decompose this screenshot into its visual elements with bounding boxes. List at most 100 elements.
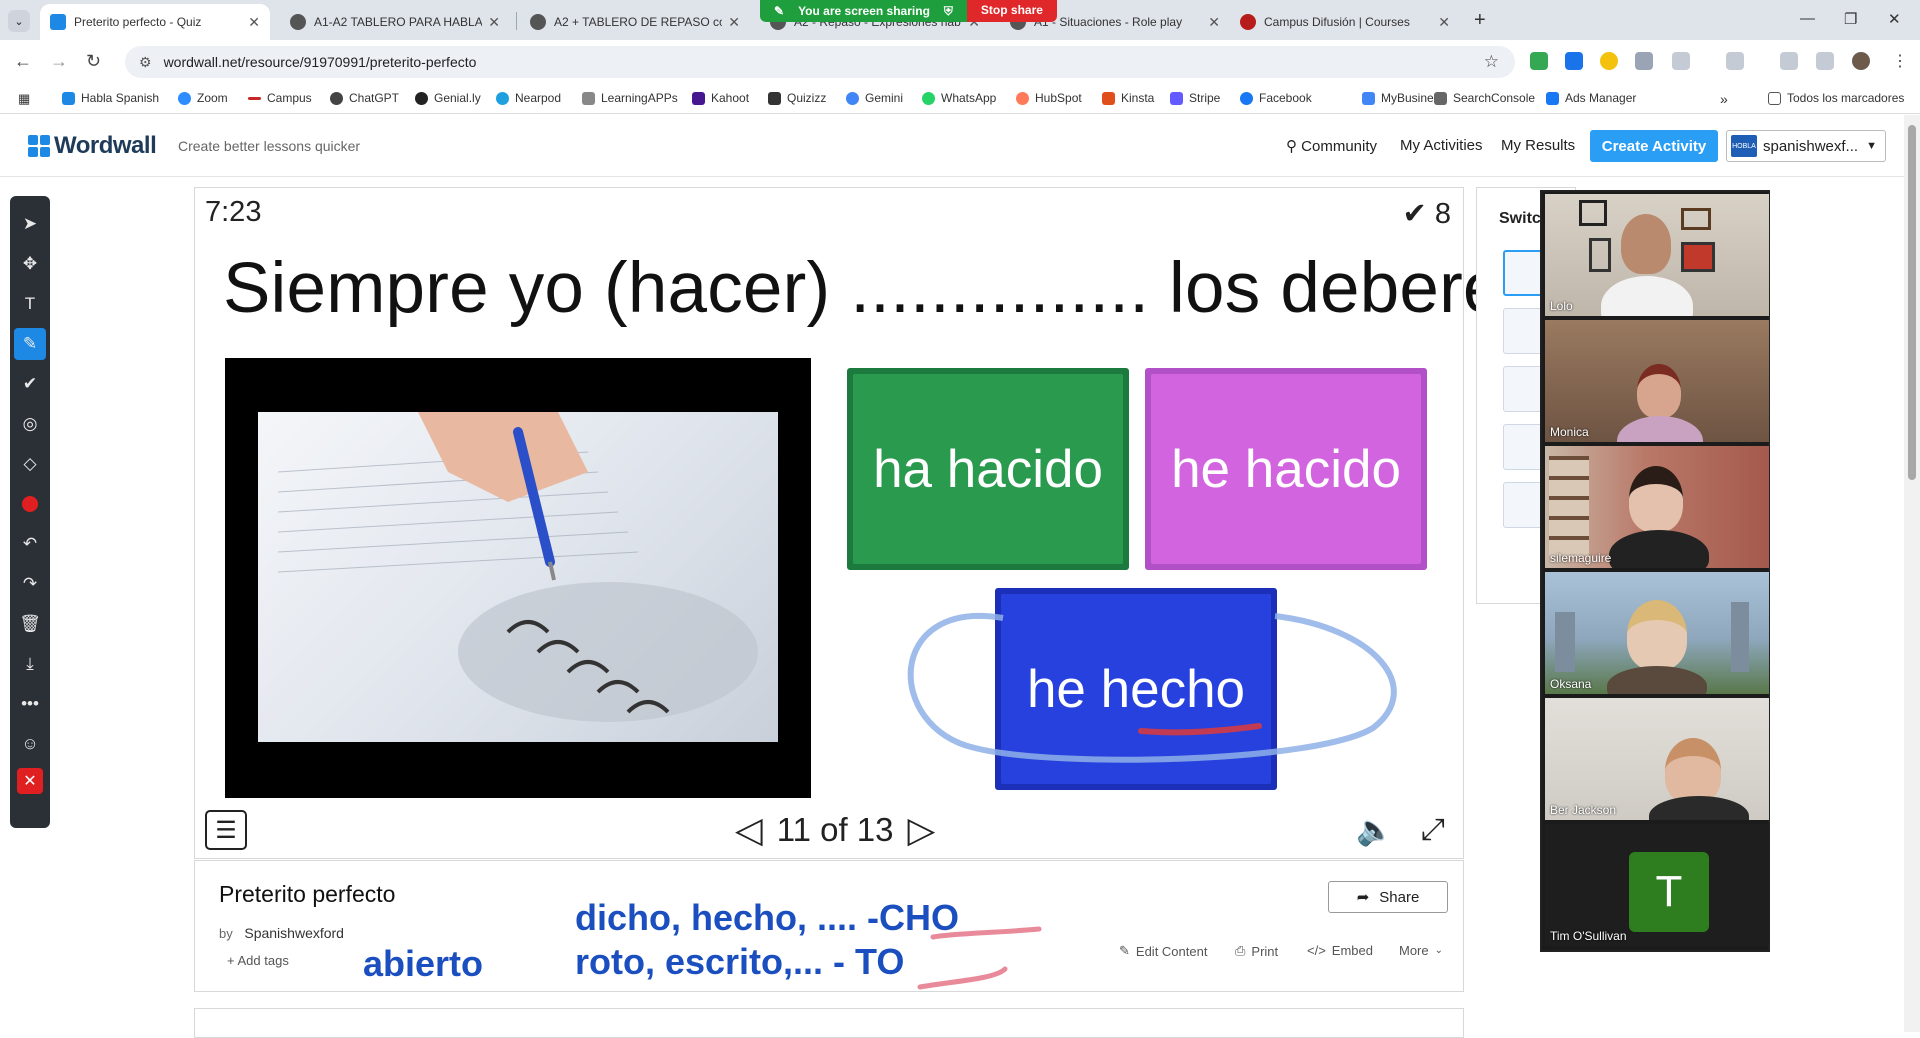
participant-tile-ber-jackson[interactable]: Ber Jackson (1545, 698, 1769, 820)
reload-icon[interactable]: ↻ (86, 51, 101, 72)
underline-annotation (1138, 723, 1262, 736)
bookmark-label: Genial.ly (434, 91, 481, 105)
download-icon[interactable] (1780, 52, 1798, 70)
wall-picture (1589, 238, 1611, 272)
check-stamp-icon[interactable]: ✔ (14, 368, 46, 400)
bookmark-searchconsole[interactable]: SearchConsole (1434, 91, 1535, 105)
bookmark-hubspot[interactable]: HubSpot (1016, 91, 1082, 105)
bookmark-label: Nearpod (515, 91, 562, 105)
wordwall-logo[interactable]: Wordwall (28, 132, 157, 160)
tab-preterito-perfecto[interactable]: Preterito perfecto - Quiz ✕ (40, 4, 270, 40)
bookmark-kahoot[interactable]: Kahoot (692, 91, 749, 105)
minimize-icon[interactable]: — (1800, 10, 1815, 27)
participant-tile-silemaguire[interactable]: silemaguire (1545, 446, 1769, 568)
text-tool-icon[interactable]: T (14, 288, 46, 320)
bookmark-learningapps[interactable]: LearningAPPs (582, 91, 678, 105)
hamburger-menu-icon[interactable]: ☰ (205, 810, 247, 850)
template-option-5[interactable] (1503, 482, 1543, 528)
undo-icon[interactable]: ↶ (14, 528, 46, 560)
redo-icon[interactable]: ↷ (14, 568, 46, 600)
answer-label: he hacido (1171, 439, 1401, 499)
drive-extension-icon[interactable] (1530, 52, 1548, 70)
bookmark-kinsta[interactable]: Kinsta (1102, 91, 1154, 105)
close-icon[interactable]: ✕ (248, 14, 260, 31)
template-option-2[interactable] (1503, 308, 1543, 354)
bookmark-facebook[interactable]: Facebook (1240, 91, 1312, 105)
save-download-icon[interactable]: ⤓ (14, 648, 46, 680)
bookmark-nearpod[interactable]: Nearpod (496, 91, 561, 105)
participant-tile-monica[interactable]: Monica (1545, 320, 1769, 442)
pointer-tool-icon[interactable]: ➤ (14, 208, 46, 240)
more-bookmarks-chevron-icon[interactable]: » (1720, 91, 1728, 107)
spotlight-tool-icon[interactable]: ◎ (14, 408, 46, 440)
window-close-icon[interactable]: ✕ (1888, 10, 1901, 28)
more-options-icon[interactable]: ••• (14, 688, 46, 720)
participant-tile-oksana[interactable]: Oksana (1545, 572, 1769, 694)
close-icon[interactable]: ✕ (1438, 14, 1450, 31)
community-link[interactable]: ⚲ Community (1286, 137, 1377, 155)
close-icon[interactable]: ✕ (728, 14, 740, 31)
bookmark-favicon-icon (1240, 91, 1253, 105)
close-icon[interactable]: ✕ (1208, 14, 1220, 31)
restore-icon[interactable]: ❐ (1844, 10, 1857, 28)
tab-label: Preterito perfecto - Quiz (74, 15, 202, 29)
delete-extension-icon[interactable] (1726, 52, 1744, 70)
my-activities-link[interactable]: My Activities (1400, 137, 1483, 154)
participant-tile-lolo[interactable]: Lolo (1545, 194, 1769, 316)
new-tab-plus-icon[interactable]: + (1474, 9, 1486, 32)
bookmark-habla-spanish[interactable]: Habla Spanish (62, 91, 159, 105)
pen-tool-icon[interactable]: ✎ (14, 328, 46, 360)
template-quiz-thumb[interactable] (1503, 250, 1543, 296)
template-option-3[interactable] (1503, 366, 1543, 412)
participant-annotate-icon[interactable]: ☺ (14, 728, 46, 760)
stop-share-button[interactable]: Stop share (966, 0, 1057, 22)
bookmark-star-icon[interactable]: ☆ (1484, 52, 1499, 72)
next-triangle-icon[interactable]: ▷ (908, 809, 936, 851)
bookmark-favicon-icon (768, 91, 781, 105)
apps-grid-icon[interactable]: ▦ (18, 91, 30, 107)
participant-figure (1627, 600, 1687, 670)
close-annotation-icon[interactable]: ✕ (17, 768, 43, 794)
color-picker-icon[interactable] (14, 488, 46, 520)
tab-search-button[interactable]: ⌄ (8, 10, 30, 32)
eraser-tool-icon[interactable]: ◇ (14, 448, 46, 480)
url-text: wordwall.net/resource/91970991/preterito… (163, 54, 477, 70)
participant-tile-tim[interactable]: T Tim O'Sullivan (1545, 824, 1769, 946)
bookmark-stripe[interactable]: Stripe (1170, 91, 1220, 105)
bookmark-campus[interactable]: Campus (248, 91, 312, 105)
url-omnibox[interactable]: ⚙ wordwall.net/resource/91970991/preteri… (125, 46, 1515, 78)
forward-arrow-icon[interactable]: → (50, 51, 68, 72)
close-icon[interactable]: ✕ (488, 14, 500, 31)
bookmark-genially[interactable]: Genial.ly (415, 91, 481, 105)
all-bookmarks-folder[interactable]: Todos los marcadores (1768, 91, 1904, 105)
bookmark-quizizz[interactable]: Quizizz (768, 91, 826, 105)
emoji-extension-icon[interactable] (1600, 52, 1618, 70)
browser-menu-icon[interactable]: ⋮ (1892, 51, 1908, 71)
bookmark-chatgpt[interactable]: ChatGPT (330, 91, 399, 105)
create-activity-button[interactable]: Create Activity (1590, 130, 1718, 162)
my-results-link[interactable]: My Results (1501, 137, 1575, 154)
tab-a2-tablero-repaso[interactable]: A2 + TABLERO DE REPASO colo ✕ (520, 4, 750, 40)
bookmark-ads-manager[interactable]: Ads Manager (1546, 91, 1636, 105)
code-extension-icon[interactable] (1635, 52, 1653, 70)
site-info-icon[interactable]: ⚙ (139, 54, 152, 71)
previous-triangle-icon[interactable]: ◁ (735, 809, 763, 851)
template-option-4[interactable] (1503, 424, 1543, 470)
back-arrow-icon[interactable]: ← (14, 51, 32, 72)
trash-extension-icon[interactable] (1565, 52, 1583, 70)
puzzle-extensions-icon[interactable] (1672, 52, 1690, 70)
bookmark-label: Campus (267, 91, 312, 105)
media-control-icon[interactable] (1816, 52, 1834, 70)
profile-avatar-icon[interactable] (1852, 52, 1870, 70)
move-tool-icon[interactable]: ✥ (14, 248, 46, 280)
bookmark-gemini[interactable]: Gemini (846, 91, 903, 105)
clear-trash-icon[interactable]: 🗑 (14, 608, 46, 640)
bookmark-zoom[interactable]: Zoom (178, 91, 228, 105)
page-scrollbar-thumb[interactable] (1908, 125, 1916, 480)
fullscreen-icon[interactable]: ⤢ (1413, 808, 1453, 852)
bookmark-whatsapp[interactable]: WhatsApp (922, 91, 996, 105)
tab-a1-a2-tablero[interactable]: A1-A2 TABLERO PARA HABLAR ✕ (280, 4, 510, 40)
user-account-menu[interactable]: HOBLA spanishwexf... ▼ (1726, 130, 1886, 162)
tab-campus-difusion[interactable]: Campus Difusión | Courses ✕ (1230, 4, 1460, 40)
sound-speaker-icon[interactable]: 🔈 (1355, 808, 1395, 852)
